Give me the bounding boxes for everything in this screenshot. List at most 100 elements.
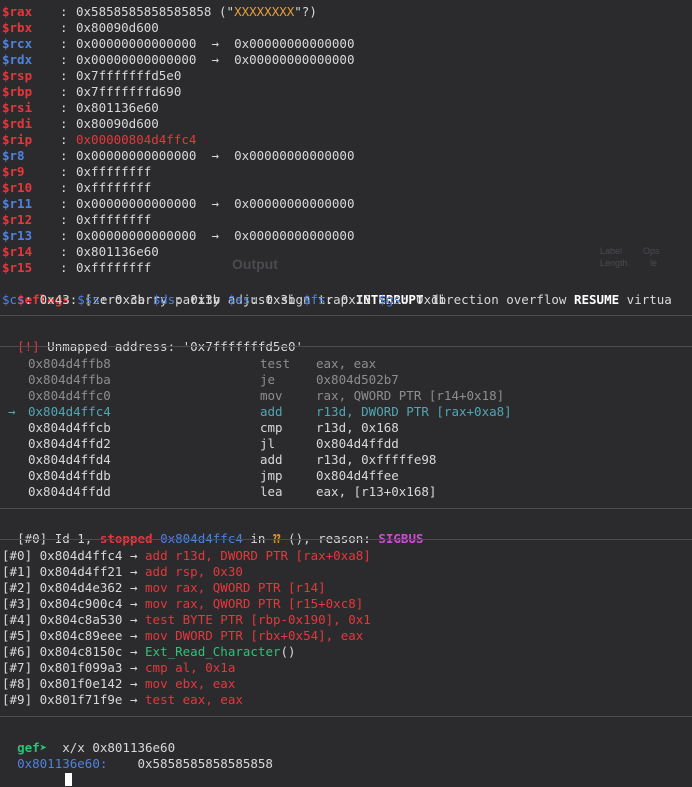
- disasm-operands: eax, [r13+0x168]: [316, 484, 437, 499]
- frame-address: 0x801f71f9e: [39, 692, 123, 707]
- deref-value: 0x00000000000000: [234, 148, 355, 163]
- terminal-cursor[interactable]: [65, 773, 73, 786]
- register-value: 0x00000804d4ffc4: [76, 132, 197, 147]
- frame-address: 0x801f0e142: [39, 676, 123, 691]
- colon: :: [60, 244, 68, 259]
- segment-value: 0x43: [39, 292, 70, 307]
- register-row: $r8:0x00000000000000 → 0x00000000000000: [2, 148, 355, 164]
- segment-name: $fs: [303, 292, 326, 307]
- frame-index: [#0]: [2, 548, 33, 563]
- colon: :: [60, 36, 68, 51]
- register-row: $r11:0x00000000000000 → 0x00000000000000: [2, 196, 355, 212]
- register-value: 0x00000000000000: [76, 196, 197, 211]
- frame-arrow-icon: →: [129, 548, 138, 563]
- disasm-row: 0x804d4ffb8 test eax, eax: [2, 356, 682, 372]
- register-name: $r8: [2, 148, 25, 163]
- disasm-mnemonic: jmp: [260, 468, 283, 483]
- colon: :: [60, 100, 68, 115]
- colon: :: [60, 68, 68, 83]
- frame-address: 0x804c8150c: [39, 644, 123, 659]
- backtrace-frame: [#5] 0x804c89eee → mov DWORD PTR [rbx+0x…: [2, 628, 363, 644]
- disasm-operands: r13d, 0x168: [316, 420, 399, 435]
- frame-address: 0x804d4e362: [39, 580, 123, 595]
- frame-address: 0x804c8a530: [39, 612, 123, 627]
- register-value: 0xffffffff: [76, 180, 152, 195]
- register-value: 0x80090d600: [76, 116, 159, 131]
- frame-index: [#4]: [2, 612, 33, 627]
- register-row: $rbx:0x80090d600: [2, 20, 159, 36]
- ghost-output-label: Output: [232, 256, 278, 272]
- segment-value: 0x13: [340, 292, 371, 307]
- colon: :: [60, 180, 68, 195]
- backtrace-frame: [#9] 0x801f71f9e → test eax, eax: [2, 692, 243, 708]
- colon: :: [60, 84, 68, 99]
- register-name: $rbx: [2, 20, 33, 35]
- disasm-mnemonic: add: [260, 452, 283, 467]
- segment-value: 0x3b: [265, 292, 296, 307]
- disasm-address: 0x804d4ffdb: [28, 468, 111, 483]
- next-prompt-line[interactable]: [2, 755, 73, 786]
- colon: :: [60, 164, 68, 179]
- register-value: 0x80090d600: [76, 20, 159, 35]
- disasm-row: 0x804d4ffd4 add r13d, 0xfffffe98: [2, 452, 682, 468]
- register-row: $rip:0x00000804d4ffc4: [2, 132, 196, 148]
- disasm-operands: r13d, 0xfffffe98: [316, 452, 437, 467]
- disasm-operands: rax, QWORD PTR [r14+0x18]: [316, 388, 505, 403]
- colon: :: [99, 292, 115, 307]
- divider: [0, 539, 692, 540]
- disasm-address: 0x804d4ffd2: [28, 436, 111, 451]
- disasm-address: 0x804d4ffd4: [28, 452, 111, 467]
- unmapped-address-line: [!] Unmapped address: '0x7fffffffd5e0': [2, 323, 303, 354]
- frame-address: 0x801f099a3: [39, 660, 123, 675]
- frame-index: [#2]: [2, 580, 33, 595]
- frame-arrow-icon: →: [129, 692, 138, 707]
- frame-call-suffix: (): [280, 644, 296, 659]
- disasm-row: 0x804d4ffcb cmp r13d, 0x168: [2, 420, 682, 436]
- command-prompt-line[interactable]: gef➤ x/x 0x801136e60: [2, 724, 175, 755]
- thread-status-line: [#0] Id 1, stopped 0x804d4ffc4 in ⁇ (), …: [2, 515, 423, 546]
- disasm-address: 0x804d4ffb8: [28, 356, 111, 371]
- deref-value: 0x00000000000000: [234, 52, 355, 67]
- register-row: $r9:0xffffffff: [2, 164, 151, 180]
- register-name: $rsp: [2, 68, 33, 83]
- register-row: $rdx:0x00000000000000 → 0x00000000000000: [2, 52, 355, 68]
- frame-index: [#7]: [2, 660, 33, 675]
- ghost-col-le: le: [650, 258, 658, 268]
- disasm-row: 0x804d4ffba je 0x804d502b7: [2, 372, 682, 388]
- segment-value: 0x3b: [190, 292, 221, 307]
- segment-name: $gs: [378, 292, 401, 307]
- disasm-address: 0x804d4ffcb: [28, 420, 111, 435]
- colon: :: [60, 260, 68, 275]
- register-row: $rbp:0x7fffffffd690: [2, 84, 181, 100]
- frame-arrow-icon: →: [129, 676, 138, 691]
- register-name: $r12: [2, 212, 33, 227]
- divider: [0, 716, 692, 717]
- colon: :: [60, 20, 68, 35]
- register-value: 0x00000000000000: [76, 148, 197, 163]
- frame-arrow-icon: →: [129, 564, 138, 579]
- frame-index: [#6]: [2, 644, 33, 659]
- frame-index: [#5]: [2, 628, 33, 643]
- disasm-mnemonic: lea: [260, 484, 283, 499]
- register-name: $r11: [2, 196, 33, 211]
- register-value: 0x00000000000000: [76, 36, 197, 51]
- colon: :: [60, 196, 68, 211]
- register-value: 0x7fffffffd5e0: [76, 68, 182, 83]
